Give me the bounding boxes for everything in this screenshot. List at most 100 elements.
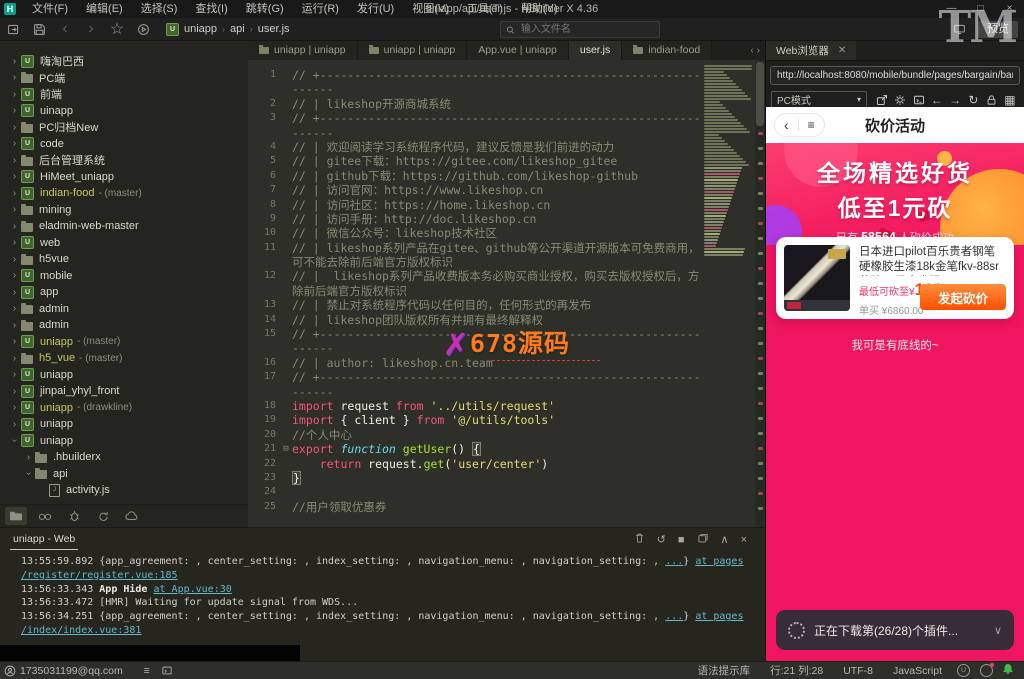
tree-item-uinapp[interactable]: ›Uuinapp bbox=[0, 103, 248, 120]
bell-icon[interactable] bbox=[1002, 663, 1014, 678]
editor-tab-App.vue | uniapp[interactable]: App.vue | uniapp bbox=[467, 40, 569, 60]
product-card[interactable]: 日本进口pilot百乐贵者钢笔 硬橡胶生漆18k金笔fkv-88sr莳绘30号金… bbox=[776, 237, 1014, 319]
tree-item-uniapp[interactable]: ›Uuniapp- (drawkline) bbox=[0, 400, 248, 417]
open-in-window-icon[interactable] bbox=[697, 533, 709, 547]
minimize-button[interactable]: — bbox=[937, 0, 966, 18]
tree-item-admin[interactable]: ›admin bbox=[0, 317, 248, 334]
outline-list-icon[interactable]: ≡ bbox=[137, 665, 157, 677]
menu-item-6[interactable]: 发行(U) bbox=[348, 0, 403, 18]
tree-item-uniapp[interactable]: ›Uuniapp bbox=[0, 416, 248, 433]
cursor-position[interactable]: 行:21 列:28 bbox=[760, 663, 833, 678]
editor-tab-user.js[interactable]: user.js bbox=[569, 40, 622, 60]
console-link[interactable]: at pages bbox=[695, 611, 743, 622]
file-search-box[interactable] bbox=[500, 21, 660, 38]
device-mode-select[interactable]: PC模式 ▾ bbox=[771, 91, 867, 108]
breadcrumb-project[interactable]: uniapp bbox=[184, 23, 217, 35]
menu-item-1[interactable]: 编辑(E) bbox=[77, 0, 132, 18]
start-bargain-button[interactable]: 发起砍价 bbox=[920, 284, 1006, 310]
tab-scroll-left-icon[interactable]: ‹ bbox=[750, 45, 753, 56]
tree-item-PC端[interactable]: ›PC端 bbox=[0, 70, 248, 87]
tree-item-嗨淘巴西[interactable]: ›U嗨淘巴西 bbox=[0, 53, 248, 70]
preview-button[interactable]: 预览 bbox=[978, 21, 1018, 38]
account-person-icon[interactable] bbox=[0, 665, 20, 677]
console-output[interactable]: 13:55:59.892 {app_agreement: , center_se… bbox=[0, 551, 765, 638]
editor-tab-indian-food[interactable]: indian-food bbox=[622, 40, 712, 60]
tree-item-activity.js[interactable]: Jactivity.js bbox=[0, 482, 248, 499]
tree-item-PC归档New[interactable]: ›PC归档New bbox=[0, 119, 248, 136]
stop-icon[interactable]: ■ bbox=[678, 534, 685, 546]
editor-tab-uniapp | uniapp[interactable]: uniapp | uniapp bbox=[358, 40, 468, 60]
tree-item-h5vue[interactable]: ›h5vue bbox=[0, 251, 248, 268]
tree-item-mining[interactable]: ›mining bbox=[0, 202, 248, 219]
console-link[interactable]: /index/index.vue:381 bbox=[21, 625, 141, 636]
close-button[interactable]: × bbox=[995, 0, 1024, 18]
maximize-button[interactable]: □ bbox=[966, 0, 995, 18]
unicode-badge-icon[interactable]: U bbox=[957, 664, 970, 677]
console-tab[interactable]: uniapp - Web bbox=[10, 530, 78, 550]
save-icon[interactable] bbox=[26, 18, 52, 40]
tree-item-uniapp[interactable]: ›Uuniapp bbox=[0, 367, 248, 384]
breadcrumb[interactable]: U uniapp › api › user.js bbox=[166, 23, 290, 36]
console-link[interactable]: /register/register.vue:185 bbox=[21, 570, 178, 581]
notification-dot-icon[interactable] bbox=[980, 664, 993, 677]
tab-scroll-right-icon[interactable]: › bbox=[757, 45, 760, 56]
tree-item-app[interactable]: ›Uapp bbox=[0, 284, 248, 301]
menu-item-3[interactable]: 查找(I) bbox=[186, 0, 236, 18]
forward-icon[interactable]: › bbox=[78, 18, 104, 40]
menu-item-0[interactable]: 文件(F) bbox=[23, 0, 77, 18]
tree-item-HiMeet_uniapp[interactable]: ›UHiMeet_uniapp bbox=[0, 169, 248, 186]
collapse-panel-icon[interactable]: ∧ bbox=[721, 533, 729, 546]
url-input[interactable] bbox=[770, 66, 1020, 85]
scrollbar-thumb[interactable] bbox=[756, 62, 764, 126]
tree-item-h5_vue[interactable]: ›h5_vue- (master) bbox=[0, 350, 248, 367]
tree-item-jinpai_yhyl_front[interactable]: ›Ujinpai_yhyl_front bbox=[0, 383, 248, 400]
cloud-icon[interactable] bbox=[121, 507, 143, 525]
search-input[interactable] bbox=[519, 23, 654, 36]
menu-item-2[interactable]: 选择(S) bbox=[132, 0, 187, 18]
language-mode[interactable]: JavaScript bbox=[883, 665, 952, 677]
tree-item-eladmin-web-master[interactable]: ›eladmin-web-master bbox=[0, 218, 248, 235]
device-monitor-icon[interactable] bbox=[946, 18, 972, 40]
tree-item-code[interactable]: ›Ucode bbox=[0, 136, 248, 153]
collapse-toast-icon[interactable]: ∨ bbox=[994, 624, 1002, 637]
minimap[interactable] bbox=[704, 65, 754, 523]
menu-icon[interactable]: ≡ bbox=[799, 114, 824, 136]
tree-item-uniapp[interactable]: ›Uuniapp- (master) bbox=[0, 334, 248, 351]
console-link[interactable]: at App.vue:30 bbox=[153, 584, 231, 595]
tree-item-后台管理系统[interactable]: ›后台管理系统 bbox=[0, 152, 248, 169]
search-binoculars-icon[interactable] bbox=[34, 507, 56, 525]
tree-item-web[interactable]: ›Uweb bbox=[0, 235, 248, 252]
tree-item-api[interactable]: ›api bbox=[0, 466, 248, 483]
tree-item-indian-food[interactable]: ›Uindian-food- (master) bbox=[0, 185, 248, 202]
console-link[interactable]: ... bbox=[665, 611, 683, 622]
open-project-icon[interactable] bbox=[0, 18, 26, 40]
history-icon[interactable]: ↺ bbox=[657, 533, 666, 546]
tree-item-前端[interactable]: ›U前端 bbox=[0, 86, 248, 103]
tree-item-.hbuilderx[interactable]: ›.hbuilderx bbox=[0, 449, 248, 466]
browser-tab[interactable]: Web浏览器 ✕ bbox=[766, 40, 856, 60]
back-icon[interactable]: ‹ bbox=[775, 114, 798, 136]
syntax-lib[interactable]: 语法提示库 bbox=[688, 663, 761, 678]
favorite-icon[interactable]: ☆ bbox=[104, 18, 130, 40]
menu-item-5[interactable]: 运行(R) bbox=[293, 0, 348, 18]
breadcrumb-folder[interactable]: api bbox=[230, 23, 245, 35]
menu-item-4[interactable]: 跳转(G) bbox=[237, 0, 293, 18]
clear-console-icon[interactable] bbox=[634, 532, 645, 547]
code-editor[interactable]: 1 // +----------------------------------… bbox=[248, 60, 765, 527]
tree-item-mobile[interactable]: ›Umobile bbox=[0, 268, 248, 285]
console-link[interactable]: ... bbox=[665, 556, 683, 567]
breadcrumb-file[interactable]: user.js bbox=[258, 23, 290, 35]
explorer-folder-icon[interactable] bbox=[5, 507, 27, 525]
encoding[interactable]: UTF-8 bbox=[833, 665, 883, 677]
debug-bug-icon[interactable] bbox=[63, 507, 85, 525]
console-link[interactable]: at pages bbox=[695, 556, 743, 567]
git-sync-icon[interactable] bbox=[92, 507, 114, 525]
fold-marker-icon[interactable]: ⊟ bbox=[280, 442, 292, 456]
close-panel-icon[interactable]: × bbox=[741, 534, 747, 546]
tree-item-uniapp[interactable]: ›Uuniapp bbox=[0, 433, 248, 450]
tree-item-admin[interactable]: ›admin bbox=[0, 301, 248, 318]
editor-tab-uniapp | uniapp[interactable]: uniapp | uniapp bbox=[248, 40, 358, 60]
run-icon[interactable] bbox=[130, 18, 156, 40]
terminal-icon[interactable] bbox=[157, 665, 177, 676]
back-icon[interactable]: ‹ bbox=[52, 18, 78, 40]
